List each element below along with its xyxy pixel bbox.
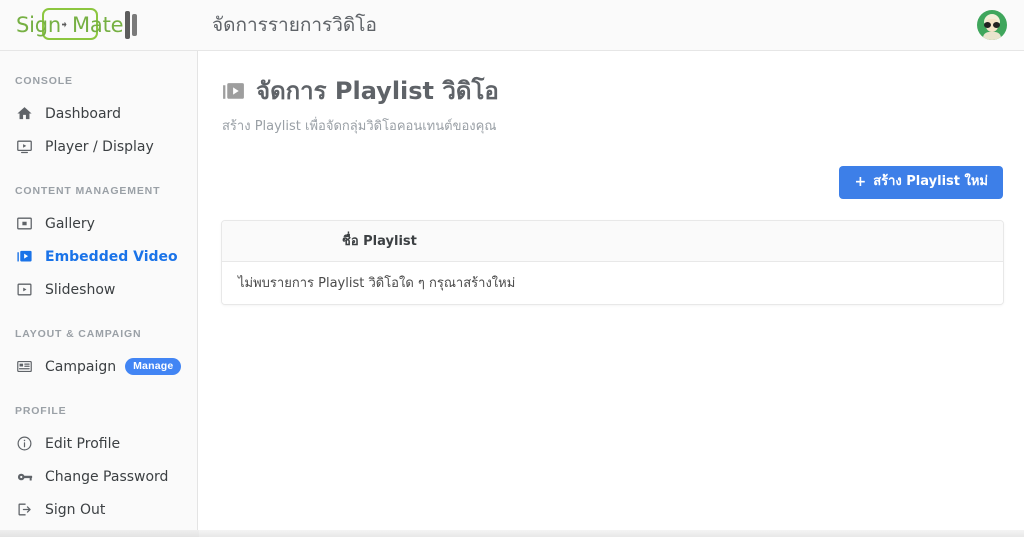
- logo-bar-2: [132, 14, 138, 36]
- table-empty-message: ไม่พบรายการ Playlist วิดิโอใด ๆ กรุณาสร้…: [238, 276, 516, 292]
- bottom-edge-shade-content: [199, 530, 1024, 537]
- table-empty-row: ไม่พบรายการ Playlist วิดิโอใด ๆ กรุณาสร้…: [222, 261, 1003, 304]
- slideshow-icon: [15, 280, 34, 299]
- sidebar-section-title-console: CONSOLE: [15, 75, 73, 87]
- sidebar: CONSOLE Dashboard Player / Display CONTE…: [0, 51, 198, 530]
- sidebar-group-content-management: CONTENT MANAGEMENT Gallery Embedded Vide…: [0, 185, 197, 306]
- sidebar-item-player-display[interactable]: Player / Display: [0, 130, 197, 163]
- playlist-table: ชื่อ Playlist ไม่พบรายการ Playlist วิดิโ…: [221, 219, 1004, 305]
- sign-out-icon: [15, 500, 34, 519]
- sidebar-item-change-password[interactable]: Change Password: [0, 460, 197, 493]
- sidebar-item-label-sign-out: Sign Out: [45, 501, 106, 518]
- sidebar-item-label-edit-profile: Edit Profile: [45, 435, 121, 452]
- video-library-icon: [15, 247, 34, 266]
- sidebar-group-console: CONSOLE Dashboard Player / Display: [0, 75, 197, 163]
- player-display-icon: [15, 137, 34, 156]
- avatar-lens-right: [993, 22, 1000, 28]
- sidebar-item-label-player-display: Player / Display: [45, 138, 154, 155]
- sidebar-item-dashboard[interactable]: Dashboard: [0, 97, 197, 130]
- page-header: จัดการ Playlist วิดิโอ: [221, 77, 1003, 106]
- gallery-icon: [15, 214, 34, 233]
- sidebar-item-label-gallery: Gallery: [45, 215, 95, 232]
- logo-text: Sign Mate: [12, 12, 127, 39]
- avatar-body: [983, 32, 1001, 40]
- actions-row: + สร้าง Playlist ใหม่: [221, 165, 1003, 199]
- sidebar-group-profile: PROFILE Edit Profile Change Password Sig…: [0, 405, 197, 526]
- sidebar-group-layout-campaign: LAYOUT & CAMPAIGN Campaign Manage: [0, 328, 197, 383]
- sidebar-item-label-dashboard: Dashboard: [45, 105, 121, 122]
- avatar[interactable]: [977, 10, 1007, 40]
- sidebar-item-label-campaign: Campaign: [45, 358, 117, 375]
- video-library-icon: [221, 79, 246, 104]
- avatar-lens-left: [984, 22, 991, 28]
- table-column-header-playlist-name: ชื่อ Playlist: [342, 234, 417, 250]
- arrow-play-dot-icon: [62, 21, 67, 28]
- key-icon: [15, 467, 34, 486]
- sidebar-section-title-layout-campaign: LAYOUT & CAMPAIGN: [15, 328, 142, 340]
- sidebar-item-embedded-video[interactable]: Embedded Video: [0, 240, 197, 273]
- sidebar-item-campaign[interactable]: Campaign Manage: [0, 350, 197, 383]
- sidebar-item-slideshow[interactable]: Slideshow: [0, 273, 197, 306]
- sidebar-item-edit-profile[interactable]: Edit Profile: [0, 427, 197, 460]
- table-header-row: ชื่อ Playlist: [222, 220, 1003, 262]
- logo-bar-1: [125, 11, 131, 39]
- campaign-list-icon: [15, 357, 34, 376]
- status-badge-manage[interactable]: Manage: [125, 357, 182, 376]
- page-title: จัดการ Playlist วิดิโอ: [256, 77, 499, 105]
- app-root: Sign Mate จัดการรายการวิดิโอ CONSOLE Das…: [0, 0, 1024, 537]
- create-playlist-button-label: สร้าง Playlist ใหม่: [873, 174, 988, 190]
- main-content: จัดการ Playlist วิดิโอ สร้าง Playlist เพ…: [199, 51, 1024, 530]
- home-icon: [15, 104, 34, 123]
- logo-text-right: Mate: [72, 12, 124, 37]
- page-subtitle: สร้าง Playlist เพื่อจัดกลุ่มวิดิโอคอนเทน…: [222, 118, 497, 134]
- create-playlist-button[interactable]: + สร้าง Playlist ใหม่: [839, 165, 1003, 199]
- avatar-glasses-icon: [984, 22, 1000, 28]
- plus-icon: +: [854, 173, 867, 190]
- logo-wrap: Sign Mate: [12, 8, 138, 42]
- sidebar-section-title-profile: PROFILE: [15, 405, 67, 417]
- sidebar-item-gallery[interactable]: Gallery: [0, 207, 197, 240]
- logo-bars-shape: [125, 11, 138, 39]
- info-circle-icon: [15, 434, 34, 453]
- page-header-title: จัดการรายการวิดิโอ: [212, 14, 377, 36]
- sidebar-item-sign-out[interactable]: Sign Out: [0, 493, 197, 526]
- brand-logo[interactable]: Sign Mate: [0, 0, 198, 50]
- top-bar: Sign Mate จัดการรายการวิดิโอ: [0, 0, 1024, 51]
- sidebar-item-label-change-password: Change Password: [45, 468, 169, 485]
- sidebar-item-label-embedded-video: Embedded Video: [45, 248, 178, 265]
- logo-text-left: Sign: [16, 12, 62, 37]
- sidebar-section-title-content-management: CONTENT MANAGEMENT: [15, 185, 161, 197]
- sidebar-item-label-slideshow: Slideshow: [45, 281, 116, 298]
